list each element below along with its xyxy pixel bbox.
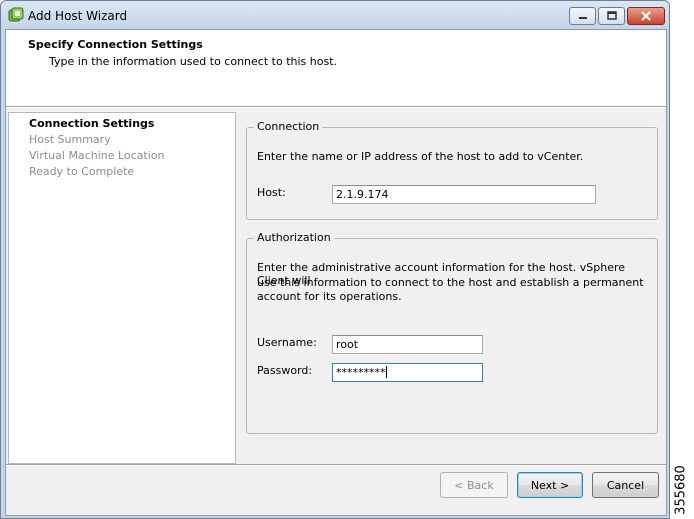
footer-divider [6, 464, 666, 466]
authorization-description-line-2: use this information to connect to the h… [257, 276, 644, 289]
close-icon [641, 11, 651, 21]
next-button[interactable]: Next > [517, 472, 583, 498]
step-virtual-machine-location[interactable]: Virtual Machine Location [29, 149, 165, 162]
title-bar[interactable]: Add Host Wizard [1, 1, 669, 31]
wizard-content: Specify Connection Settings Type in the … [5, 29, 667, 516]
username-label: Username: [257, 336, 317, 349]
host-label: Host: [257, 186, 286, 199]
window-title: Add Host Wizard [28, 9, 128, 23]
figure-number: 355680 [668, 460, 694, 519]
close-button[interactable] [627, 7, 665, 25]
header-divider [6, 106, 666, 108]
minimize-icon [578, 17, 587, 19]
authorization-group: Authorization Enter the administrative a… [246, 231, 658, 434]
page-title: Specify Connection Settings [28, 38, 203, 51]
maximize-icon [606, 11, 617, 20]
maximize-button[interactable] [598, 7, 625, 25]
password-value: ********* [336, 366, 386, 379]
wizard-header: Specify Connection Settings Type in the … [6, 30, 666, 106]
page-subtitle: Type in the information used to connect … [49, 55, 338, 68]
minimize-button[interactable] [569, 7, 596, 25]
text-caret [385, 366, 387, 378]
connection-description: Enter the name or IP address of the host… [257, 150, 584, 163]
host-input[interactable]: 2.1.9.174 [332, 185, 596, 204]
wizard-window: Add Host Wizard Specify Connection Setti… [0, 0, 670, 519]
step-host-summary[interactable]: Host Summary [29, 133, 111, 146]
step-ready-to-complete[interactable]: Ready to Complete [29, 165, 134, 178]
back-button[interactable]: < Back [440, 472, 508, 498]
step-list: Connection Settings Host Summary Virtual… [8, 112, 236, 464]
connection-legend: Connection [254, 120, 323, 133]
figure-number-text: 355680 [673, 464, 689, 515]
step-connection-settings[interactable]: Connection Settings [29, 117, 154, 130]
cancel-button[interactable]: Cancel [592, 472, 659, 498]
username-input[interactable]: root [332, 335, 483, 354]
app-icon [8, 7, 24, 23]
authorization-legend: Authorization [254, 231, 334, 244]
connection-group: Connection Enter the name or IP address … [246, 120, 658, 220]
password-input[interactable]: ********* [332, 363, 483, 382]
authorization-description-line-3: account for its operations. [257, 290, 402, 303]
password-label: Password: [257, 364, 313, 377]
